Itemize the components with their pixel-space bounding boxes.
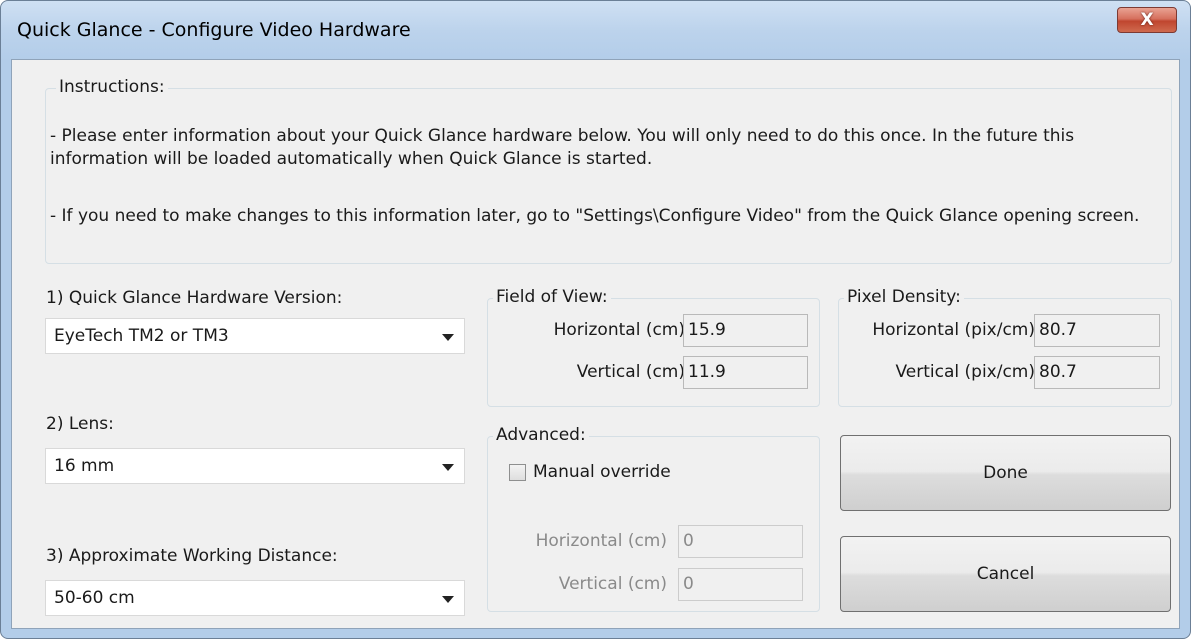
instructions-paragraph-1: - Please enter information about your Qu…: [50, 126, 1075, 169]
manual-override-checkbox-row[interactable]: Manual override: [509, 462, 729, 484]
dialog-window: Quick Glance - Configure Video Hardware …: [0, 0, 1191, 639]
fov-horizontal-label: Horizontal (cm): [553, 320, 685, 340]
hardware-version-dropdown[interactable]: EyeTech TM2 or TM3: [45, 318, 465, 354]
instructions-group: Instructions: - Please enter information…: [45, 77, 1172, 264]
manual-override-checkbox[interactable]: [509, 464, 526, 481]
density-horizontal-field: 80.7: [1034, 314, 1160, 347]
lens-value: 16 mm: [54, 456, 115, 476]
advanced-vertical-input[interactable]: 0: [678, 568, 803, 601]
close-button[interactable]: X: [1117, 7, 1177, 33]
window-title: Quick Glance - Configure Video Hardware: [17, 19, 411, 41]
hardware-version-value: EyeTech TM2 or TM3: [54, 326, 229, 346]
instructions-paragraph-2: - If you need to make changes to this in…: [50, 206, 1140, 226]
lens-label: 2) Lens:: [46, 414, 114, 434]
advanced-legend: Advanced:: [493, 425, 589, 445]
fov-horizontal-field: 15.9: [683, 314, 808, 347]
working-distance-label: 3) Approximate Working Distance:: [46, 546, 338, 566]
density-vertical-field: 80.7: [1034, 356, 1160, 389]
working-distance-dropdown[interactable]: 50-60 cm: [45, 580, 465, 616]
chevron-down-icon: [442, 596, 454, 603]
cancel-button[interactable]: Cancel: [840, 536, 1171, 612]
dialog-client-area: Instructions: - Please enter information…: [11, 59, 1180, 629]
chevron-down-icon: [442, 464, 454, 471]
hardware-version-label: 1) Quick Glance Hardware Version:: [46, 288, 343, 308]
advanced-horizontal-input[interactable]: 0: [678, 525, 803, 558]
fov-vertical-field: 11.9: [683, 356, 808, 389]
advanced-horizontal-label: Horizontal (cm): [535, 531, 667, 551]
pixel-density-legend: Pixel Density:: [844, 287, 964, 307]
field-of-view-legend: Field of View:: [493, 287, 611, 307]
advanced-vertical-label: Vertical (cm): [558, 574, 667, 594]
pixel-density-group: Pixel Density: Horizontal (pix/cm) 80.7 …: [838, 287, 1172, 407]
manual-override-label: Manual override: [533, 462, 671, 482]
done-button[interactable]: Done: [840, 435, 1171, 511]
density-horizontal-label: Horizontal (pix/cm): [872, 320, 1035, 340]
working-distance-value: 50-60 cm: [54, 588, 135, 608]
advanced-group: Advanced: Manual override Horizontal (cm…: [487, 425, 820, 612]
density-vertical-label: Vertical (pix/cm): [895, 362, 1035, 382]
lens-dropdown[interactable]: 16 mm: [45, 448, 465, 484]
chevron-down-icon: [442, 334, 454, 341]
fov-vertical-label: Vertical (cm): [576, 362, 685, 382]
instructions-legend: Instructions:: [56, 77, 168, 97]
field-of-view-group: Field of View: Horizontal (cm) 15.9 Vert…: [487, 287, 820, 407]
